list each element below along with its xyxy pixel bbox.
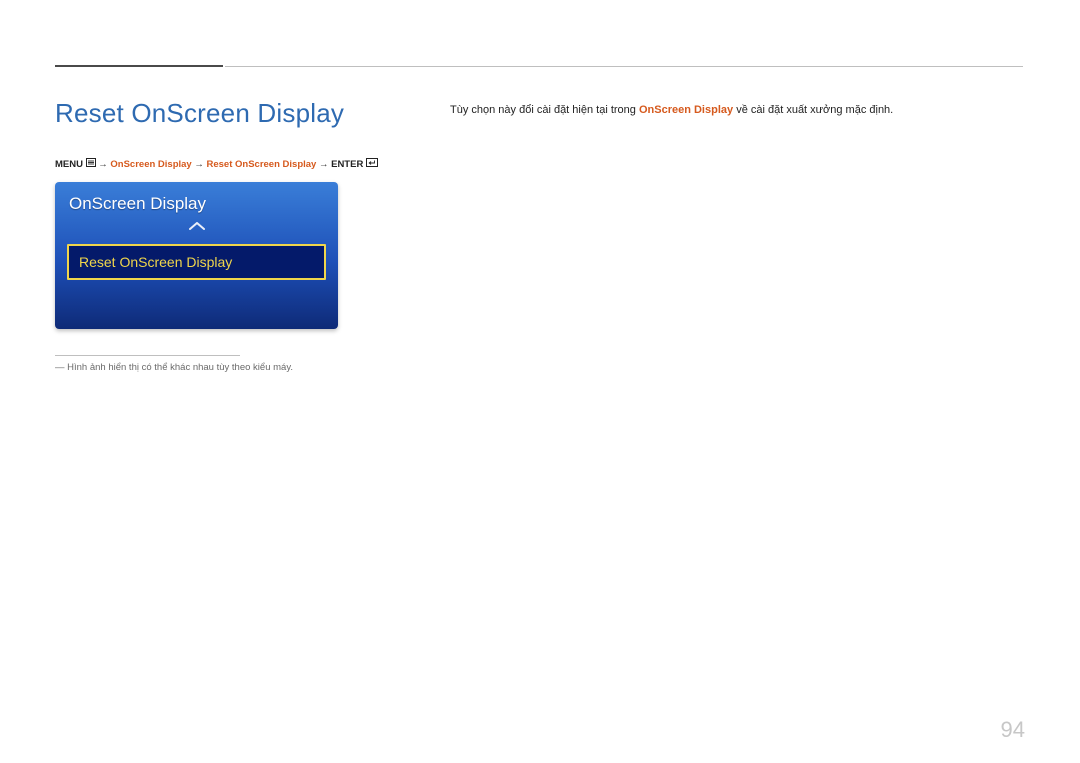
breadcrumb-sep-2: → xyxy=(192,159,207,170)
breadcrumb-onscreen-display: OnScreen Display xyxy=(110,159,191,170)
footnote-rule xyxy=(55,355,240,356)
breadcrumb-sep-3: → xyxy=(316,159,331,170)
enter-icon xyxy=(366,158,378,169)
description-text: Tùy chọn này đổi cài đặt hiện tại trong … xyxy=(450,104,893,116)
chevron-up-icon[interactable] xyxy=(55,218,338,234)
breadcrumb-enter-label: ENTER xyxy=(331,159,366,170)
breadcrumb-menu-label: MENU xyxy=(55,159,86,170)
footnote: Hình ảnh hiển thị có thể khác nhau tùy t… xyxy=(55,362,293,373)
menu-icon xyxy=(86,158,96,169)
desc-post: về cài đặt xuất xưởng mặc định. xyxy=(736,104,893,116)
desc-highlight: OnScreen Display xyxy=(639,104,733,116)
onscreen-display-menu: OnScreen Display Reset OnScreen Display xyxy=(55,182,338,329)
breadcrumb-reset-onscreen-display: Reset OnScreen Display xyxy=(207,159,317,170)
page-number: 94 xyxy=(1001,717,1025,743)
breadcrumb-sep-1: → xyxy=(96,159,111,170)
menu-header: OnScreen Display xyxy=(55,182,338,220)
desc-pre: Tùy chọn này đổi cài đặt hiện tại trong xyxy=(450,104,636,116)
breadcrumb: MENU → OnScreen Display → Reset OnScreen… xyxy=(55,158,378,170)
menu-item-reset-onscreen-display[interactable]: Reset OnScreen Display xyxy=(67,244,326,280)
header-rule-thick xyxy=(55,65,223,67)
page-title: Reset OnScreen Display xyxy=(55,98,344,129)
header-rule-thin xyxy=(225,66,1023,67)
